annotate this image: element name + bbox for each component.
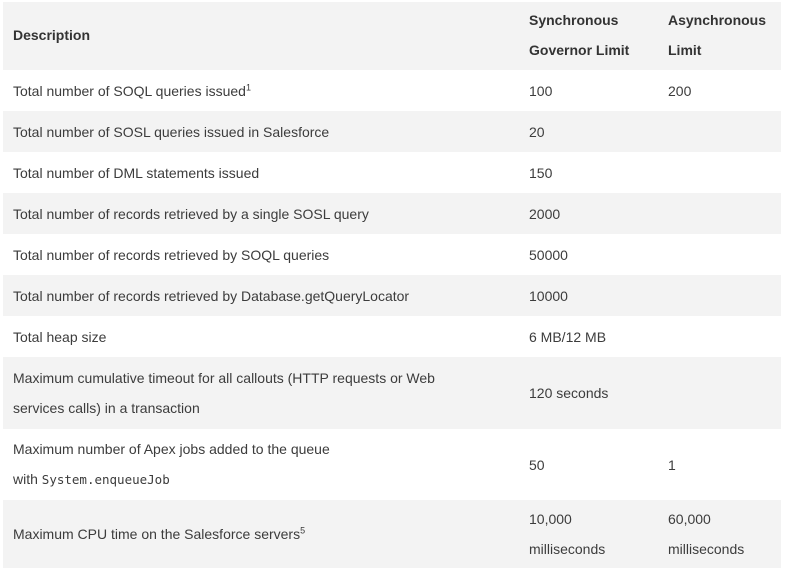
sync-line1: 10,000 [529, 511, 572, 527]
row-description-line2: services calls) in a transaction [13, 400, 200, 416]
cell-async [658, 152, 781, 193]
cell-sync: 2000 [519, 193, 658, 234]
cell-sync: 50000 [519, 234, 658, 275]
table-row: Maximum CPU time on the Salesforce serve… [3, 500, 781, 568]
cell-description: Total number of records retrieved by Dat… [3, 275, 519, 316]
table-row: Total number of DML statements issued 15… [3, 152, 781, 193]
footnote-marker: 1 [245, 81, 251, 92]
cell-description: Total number of records retrieved by a s… [3, 193, 519, 234]
cell-async [658, 234, 781, 275]
header-asynchronous-line2: Limit [668, 42, 702, 58]
row-description-line1: Maximum cumulative timeout for all callo… [13, 370, 435, 386]
cell-description: Maximum CPU time on the Salesforce serve… [3, 500, 519, 568]
header-asynchronous: Asynchronous Limit [658, 2, 781, 70]
cell-sync: 10,000 milliseconds [519, 500, 658, 568]
cell-async [658, 193, 781, 234]
cell-async: 60,000 milliseconds [658, 500, 781, 568]
header-asynchronous-line1: Asynchronous [668, 12, 767, 28]
cell-async [658, 111, 781, 152]
footnote-marker: 5 [300, 525, 306, 536]
code-snippet: System.enqueueJob [41, 472, 170, 487]
table-body: Total number of SOQL queries issued1 100… [3, 70, 781, 568]
table-row: Maximum cumulative timeout for all callo… [3, 357, 781, 429]
cell-sync: 100 [519, 70, 658, 111]
header-description-label: Description [13, 27, 91, 43]
cell-async: 200 [658, 70, 781, 111]
governor-limits-table: Description Synchronous Governor Limit As… [3, 2, 781, 568]
cell-description: Total number of records retrieved by SOQ… [3, 234, 519, 275]
cell-description: Total number of DML statements issued [3, 152, 519, 193]
table-row: Total number of records retrieved by SOQ… [3, 234, 781, 275]
row-description: Maximum CPU time on the Salesforce serve… [13, 526, 301, 542]
cell-sync: 6 MB/12 MB [519, 316, 658, 357]
table-row: Total number of SOQL queries issued1 100… [3, 70, 781, 111]
row-description: Total number of SOQL queries issued [13, 82, 246, 99]
table-row: Total number of records retrieved by Dat… [3, 275, 781, 316]
cell-description: Maximum cumulative timeout for all callo… [3, 357, 519, 429]
cell-description: Maximum number of Apex jobs added to the… [3, 429, 519, 500]
cell-async [658, 357, 781, 429]
header-synchronous-line1: Synchronous [529, 12, 619, 28]
header-synchronous-line2: Governor Limit [529, 42, 630, 58]
sync-line2: milliseconds [529, 541, 606, 557]
table-row: Total number of SOSL queries issued in S… [3, 111, 781, 152]
cell-sync: 50 [519, 429, 658, 500]
header-row: Description Synchronous Governor Limit As… [3, 2, 781, 70]
cell-sync: 10000 [519, 275, 658, 316]
header-description: Description [3, 2, 519, 70]
async-line1: 60,000 [668, 511, 711, 527]
cell-sync: 150 [519, 152, 658, 193]
table-row: Total heap size 6 MB/12 MB [3, 316, 781, 357]
row-description-line1: Maximum number of Apex jobs added to the… [13, 441, 330, 457]
cell-sync: 20 [519, 111, 658, 152]
cell-description: Total number of SOSL queries issued in S… [3, 111, 519, 152]
cell-async [658, 275, 781, 316]
row-description-prefix: with [13, 471, 38, 487]
cell-sync: 120 seconds [519, 357, 658, 429]
cell-description: Total heap size [3, 316, 519, 357]
cell-description: Total number of SOQL queries issued1 [3, 70, 519, 111]
cell-async: 1 [658, 429, 781, 500]
table-header: Description Synchronous Governor Limit As… [3, 2, 781, 70]
table-row: Total number of records retrieved by a s… [3, 193, 781, 234]
table-row: Maximum number of Apex jobs added to the… [3, 429, 781, 500]
async-line2: milliseconds [668, 541, 745, 557]
cell-async [658, 316, 781, 357]
header-synchronous: Synchronous Governor Limit [519, 2, 658, 70]
